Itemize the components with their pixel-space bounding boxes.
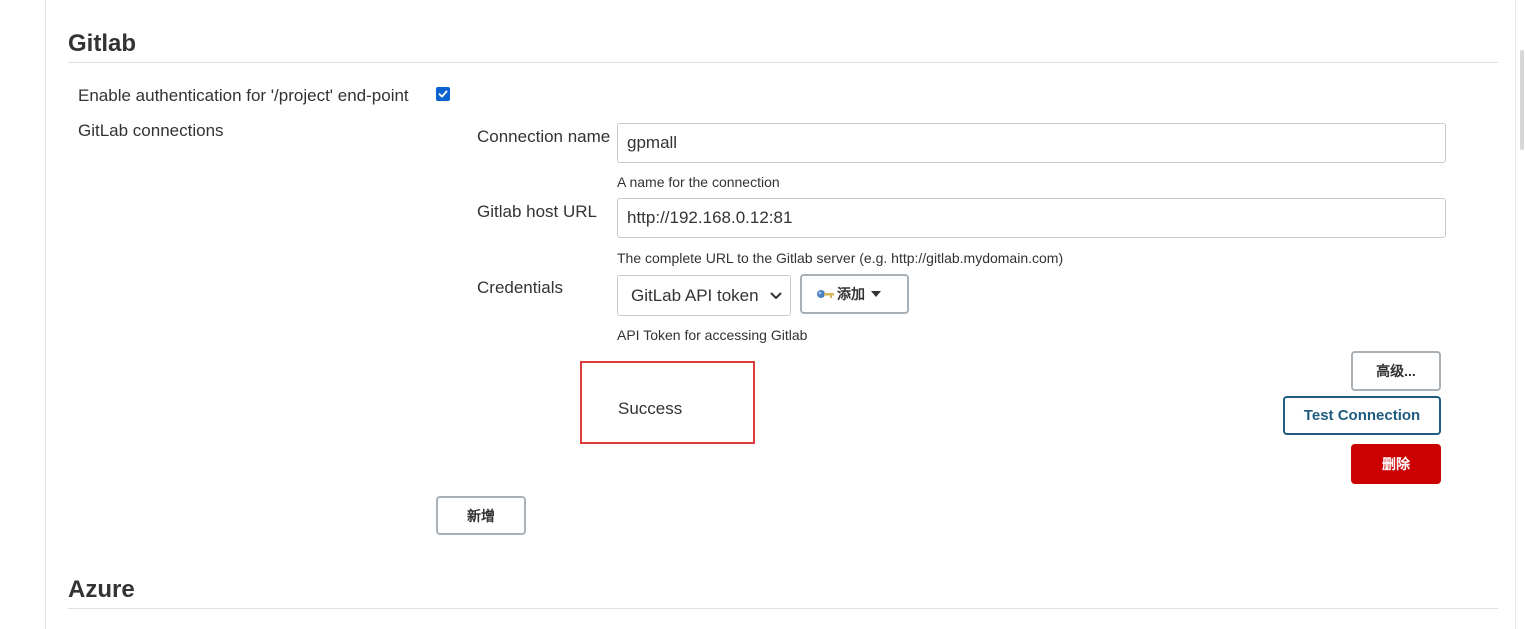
gitlab-host-url-label: Gitlab host URL [477, 202, 597, 221]
add-new-connection-button[interactable]: 新增 [436, 496, 526, 535]
checkmark-icon [438, 90, 448, 98]
credentials-label: Credentials [477, 278, 563, 297]
gitlab-section-title: Gitlab [68, 30, 137, 57]
azure-section-title: Azure [68, 576, 135, 603]
caret-down-icon [871, 291, 881, 297]
connection-name-label: Connection name [477, 127, 611, 146]
credentials-selected-value: GitLab API token [631, 285, 759, 305]
enable-auth-label: Enable authentication for '/project' end… [78, 86, 409, 105]
connection-name-help: A name for the connection [617, 174, 780, 190]
chevron-down-icon [770, 292, 782, 299]
delete-connection-button[interactable]: 删除 [1351, 444, 1441, 484]
test-result-message: Success [618, 399, 683, 418]
scrollbar-thumb[interactable] [1520, 50, 1524, 150]
advanced-button[interactable]: 高级... [1351, 351, 1441, 391]
gitlab-section-divider [68, 62, 1498, 63]
credentials-help: API Token for accessing Gitlab [617, 327, 808, 343]
gitlab-host-url-help: The complete URL to the Gitlab server (e… [617, 250, 1064, 266]
gitlab-host-url-input[interactable] [617, 198, 1446, 238]
credentials-select[interactable]: GitLab API token [617, 275, 791, 316]
add-credentials-button[interactable]: 添加 [800, 274, 909, 314]
gitlab-connections-label: GitLab connections [78, 121, 224, 140]
azure-section-divider [68, 608, 1498, 609]
add-credentials-label: 添加 [837, 286, 865, 302]
left-gutter [0, 0, 46, 629]
key-icon [817, 290, 834, 298]
connection-name-input[interactable] [617, 123, 1446, 163]
enable-auth-checkbox[interactable] [436, 87, 450, 101]
test-connection-button[interactable]: Test Connection [1283, 396, 1441, 435]
